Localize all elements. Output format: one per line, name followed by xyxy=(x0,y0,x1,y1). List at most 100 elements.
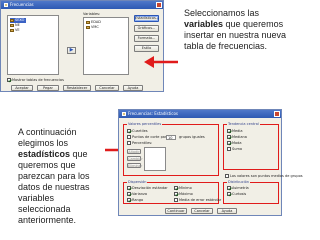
caption-line: tabla de frecuencias. xyxy=(184,41,268,51)
instruction-left: A continuación elegimos los estadísticos… xyxy=(18,127,113,226)
paste-button[interactable]: Pegar xyxy=(37,85,59,91)
variable-icon xyxy=(10,28,14,32)
checkbox-checked-icon[interactable] xyxy=(127,192,131,196)
style-button[interactable]: Estilo xyxy=(134,45,159,52)
checkbox-icon[interactable] xyxy=(127,135,131,139)
variable-icon xyxy=(86,20,90,24)
list-item[interactable]: SEXO xyxy=(10,18,27,23)
cancel-button[interactable]: Cancelar xyxy=(95,85,119,91)
help-button[interactable]: Ayuda xyxy=(217,208,237,214)
checkbox-icon[interactable] xyxy=(127,141,131,145)
sum-checkbox[interactable]: Suma xyxy=(227,147,242,152)
caption-line: Seleccionamos las xyxy=(184,8,260,18)
caption-line: anteriormente. xyxy=(18,215,77,225)
caption-emphasis: variables xyxy=(184,19,224,29)
list-item[interactable]: NE xyxy=(10,23,20,28)
list-item[interactable]: VMC xyxy=(86,25,99,30)
close-icon[interactable] xyxy=(274,111,280,117)
close-icon[interactable] xyxy=(156,2,162,8)
checkbox-checked-icon[interactable] xyxy=(7,78,11,82)
target-variable-list[interactable]: EDAD VMC xyxy=(83,17,129,75)
help-button[interactable]: Ayuda xyxy=(123,85,143,91)
central-tendency-group: Tendencia central Media Mediana Moda Sum… xyxy=(223,122,279,170)
dispersion-group: Dispersión Desviación estándar Mínimo Va… xyxy=(123,180,221,204)
percentiles-checkbox[interactable]: Percentiles: xyxy=(127,141,152,146)
caption-line: seleccionada xyxy=(18,204,71,214)
statistics-title: Frecuencias: Estadísticos xyxy=(128,111,178,116)
distribution-group: Distribución Asimetría Curtosis xyxy=(223,180,279,204)
frequencies-titlebar: Frecuencias xyxy=(1,1,163,9)
midpoints-checkbox[interactable]: Los valores son puntos medios de grupos xyxy=(225,174,303,179)
cutpoints-checkbox[interactable]: Puntos de corte para xyxy=(127,135,169,140)
list-item[interactable]: EDAD xyxy=(86,20,101,25)
target-list-label: Variables: xyxy=(83,12,101,16)
variable-icon xyxy=(10,18,14,22)
variance-checkbox[interactable]: Varianza xyxy=(127,192,147,197)
caption-line: queremos que xyxy=(18,160,76,170)
list-item[interactable]: VE xyxy=(10,28,20,33)
statistics-button[interactable]: Estadísticos... xyxy=(134,15,159,22)
percentile-list[interactable] xyxy=(144,147,166,171)
cutpoints-suffix: grupos iguales xyxy=(179,135,205,139)
checkbox-checked-icon[interactable] xyxy=(227,141,231,145)
std-dev-checkbox[interactable]: Desviación estándar xyxy=(127,186,168,191)
window-icon xyxy=(4,3,8,7)
caption-line: variables que queremos xyxy=(184,19,284,29)
checkbox-icon[interactable] xyxy=(227,147,231,151)
continue-button[interactable]: Continuar xyxy=(165,208,187,214)
checkbox-checked-icon[interactable] xyxy=(227,129,231,133)
checkbox-label: Mostrar tablas de frecuencias xyxy=(12,78,64,82)
caption-line: A continuación xyxy=(18,127,77,137)
range-checkbox[interactable]: Rango xyxy=(127,198,143,203)
group-title: Dispersión xyxy=(127,180,148,184)
frequencies-title: Frecuencias xyxy=(10,2,34,7)
median-checkbox[interactable]: Mediana xyxy=(227,135,247,140)
checkbox-checked-icon[interactable] xyxy=(227,186,231,190)
cutpoints-input[interactable]: 10 xyxy=(166,135,176,140)
group-title: Tendencia central xyxy=(227,122,260,126)
checkbox-checked-icon[interactable] xyxy=(127,198,131,202)
format-button[interactable]: Formato... xyxy=(134,35,159,42)
caption-line: variables xyxy=(18,193,55,203)
std-error-checkbox[interactable]: Media de error estándar xyxy=(174,198,221,203)
caption-line: estadísticos que xyxy=(18,149,88,159)
instruction-top: Seleccionamos las variables que queremos… xyxy=(184,8,314,52)
caption-line: insertar en nuestra nueva xyxy=(184,30,287,40)
source-variable-list[interactable]: SEXO NE VE xyxy=(7,15,59,75)
quartiles-checkbox[interactable]: Cuartiles xyxy=(127,129,148,134)
accept-button[interactable]: Aceptar xyxy=(11,85,33,91)
move-variable-button[interactable]: ▶ xyxy=(67,47,76,54)
checkbox-checked-icon[interactable] xyxy=(127,186,131,190)
checkbox-checked-icon[interactable] xyxy=(127,129,131,133)
checkbox-checked-icon[interactable] xyxy=(174,186,178,190)
add-button[interactable]: Añadir xyxy=(127,149,141,154)
checkbox-checked-icon[interactable] xyxy=(227,135,231,139)
kurtosis-checkbox[interactable]: Curtosis xyxy=(227,192,246,197)
skewness-checkbox[interactable]: Asimetría xyxy=(227,186,249,191)
reset-button[interactable]: Restablecer xyxy=(63,85,91,91)
minimum-checkbox[interactable]: Mínimo xyxy=(174,186,192,191)
percentile-values-group: Valores percentiles Cuartiles Puntos de … xyxy=(123,122,219,176)
group-title: Distribución xyxy=(227,180,250,184)
show-frequency-tables-checkbox[interactable]: Mostrar tablas de frecuencias xyxy=(7,78,64,83)
checkbox-icon[interactable] xyxy=(225,174,229,178)
change-button[interactable]: Cambiar xyxy=(127,156,143,161)
remove-button[interactable]: Eliminar xyxy=(127,163,142,168)
checkbox-checked-icon[interactable] xyxy=(174,192,178,196)
caption-line: elegimos los xyxy=(18,138,69,148)
mode-checkbox[interactable]: Moda xyxy=(227,141,242,146)
statistics-dialog: Frecuencias: Estadísticos Valores percen… xyxy=(118,109,303,216)
cancel-button[interactable]: Cancelar xyxy=(191,208,213,214)
checkbox-icon[interactable] xyxy=(174,198,178,202)
caption-line: datos de nuestras xyxy=(18,182,90,192)
mean-checkbox[interactable]: Media xyxy=(227,129,243,134)
checkbox-checked-icon[interactable] xyxy=(227,192,231,196)
maximum-checkbox[interactable]: Máximo xyxy=(174,192,193,197)
variable-icon xyxy=(86,25,90,29)
statistics-titlebar: Frecuencias: Estadísticos xyxy=(119,110,281,118)
frequencies-dialog: Frecuencias SEXO NE VE ▶ Variables: EDAD… xyxy=(0,0,164,92)
variable-icon xyxy=(10,23,14,27)
caption-line: parezcan para los xyxy=(18,171,90,181)
charts-button[interactable]: Gráficos... xyxy=(134,25,159,32)
window-icon xyxy=(122,112,126,116)
